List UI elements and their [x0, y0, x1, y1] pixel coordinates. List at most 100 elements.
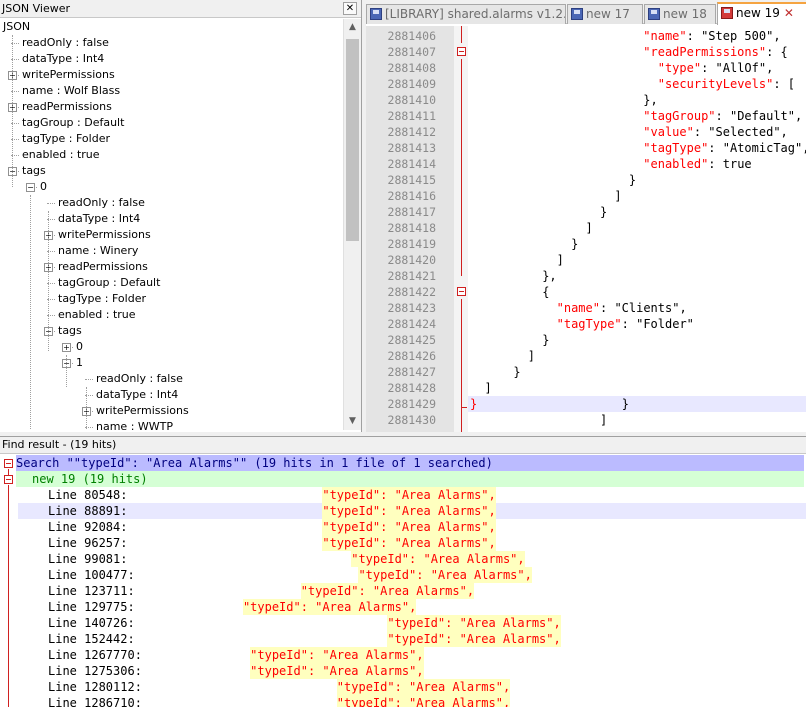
code-line[interactable]: "securityLevels": [ — [468, 76, 795, 92]
find-result-row[interactable]: Line 99081: "typeId": "Area Alarms", — [18, 551, 806, 567]
tab-new-19[interactable]: new 19 ✕ — [717, 2, 806, 25]
tree-node[interactable]: +0 — [0, 339, 343, 355]
code-line[interactable]: ] — [468, 220, 593, 236]
scrollbar-thumb[interactable] — [346, 39, 359, 241]
result-line-number: Line 1280112: — [48, 680, 142, 694]
code-line[interactable]: { — [468, 284, 549, 300]
tree-node[interactable]: enabled : true — [0, 147, 343, 163]
find-result-row[interactable]: Line 92084: "typeId": "Area Alarms", — [18, 519, 806, 535]
find-result-row[interactable]: Line 96257: "typeId": "Area Alarms", — [18, 535, 806, 551]
find-result-row[interactable]: Line 1275306: "typeId": "Area Alarms", — [18, 663, 806, 679]
tab-label: new 19 — [736, 6, 780, 20]
tree-node[interactable]: name : Winery — [0, 243, 343, 259]
code-line[interactable]: ] — [468, 348, 535, 364]
tree-node-label: writePermissions — [58, 228, 151, 241]
tree-node[interactable]: dataType : Int4 — [0, 387, 343, 403]
code-line[interactable]: }, — [468, 92, 657, 108]
code-line[interactable]: } — [468, 364, 520, 380]
collapse-file-icon[interactable] — [4, 475, 13, 484]
code-line[interactable]: ] — [468, 412, 607, 428]
scroll-up-icon[interactable]: ▲ — [344, 19, 361, 36]
tab-label: new 18 — [663, 7, 707, 21]
fold-collapse-icon[interactable] — [457, 47, 466, 56]
tree-node[interactable]: −1 — [0, 355, 343, 371]
code-line[interactable]: } } — [468, 396, 806, 412]
file-summary-line[interactable]: new 19 (19 hits) — [16, 471, 804, 487]
code-line[interactable]: "name": "Step 500", — [468, 28, 780, 44]
find-results-list[interactable]: Search ""typeId": "Area Alarms"" (19 hit… — [0, 455, 806, 707]
find-result-row[interactable]: Line 123711: "typeId": "Area Alarms", — [18, 583, 806, 599]
line-number: 2881427 — [387, 365, 436, 379]
find-result-row[interactable]: Line 80548: "typeId": "Area Alarms", — [18, 487, 806, 503]
code-line[interactable]: } — [468, 204, 607, 220]
tree-node[interactable]: readOnly : false — [0, 195, 343, 211]
json-viewer-panel: JSON Viewer ✕ JSON readOnly : false dataTy… — [0, 0, 362, 432]
search-summary-line[interactable]: Search ""typeId": "Area Alarms"" (19 hit… — [16, 455, 804, 471]
tree-node[interactable]: + writePermissions — [0, 67, 343, 83]
code-line[interactable]: "tagGroup": "Default", — [468, 108, 802, 124]
find-result-row[interactable]: Line 100477: "typeId": "Area Alarms", — [18, 567, 806, 583]
collapse-icon[interactable]: − — [26, 183, 35, 192]
result-line-number: Line 96257: — [48, 536, 128, 550]
code-line[interactable]: "type": "AllOf", — [468, 60, 774, 76]
fold-collapse-icon[interactable] — [457, 287, 466, 296]
code-area[interactable]: "name": "Step 500", "readPermissions": {"… — [468, 26, 806, 432]
tree-node[interactable]: dataType : Int4 — [0, 211, 343, 227]
close-tab-icon[interactable]: ✕ — [784, 6, 794, 20]
expand-icon[interactable]: + — [62, 343, 71, 352]
json-tree[interactable]: JSON readOnly : false dataType : Int4 + writ… — [0, 19, 343, 430]
tree-node[interactable]: + writePermissions — [0, 403, 343, 419]
unsaved-file-icon — [721, 7, 733, 19]
find-result-row[interactable]: Line 1286710: "typeId": "Area Alarms", — [18, 695, 806, 707]
code-line[interactable]: "value": "Selected", — [468, 124, 788, 140]
tree-node-label: readOnly : false — [58, 196, 145, 209]
code-line[interactable]: } — [468, 236, 578, 252]
match-highlight: "typeId": "Area Alarms", — [322, 503, 496, 519]
close-icon[interactable]: ✕ — [343, 2, 357, 15]
scroll-down-icon[interactable]: ▼ — [344, 413, 361, 430]
code-line[interactable]: "enabled": true — [468, 156, 751, 172]
tree-node[interactable]: name : WWTP — [0, 419, 343, 430]
tree-node[interactable]: name : Wolf Blass — [0, 83, 343, 99]
tree-node[interactable]: tagGroup : Default — [0, 275, 343, 291]
tree-node[interactable]: tagGroup : Default — [0, 115, 343, 131]
find-result-row[interactable]: Line 152442: "typeId": "Area Alarms", — [18, 631, 806, 647]
collapse-search-icon[interactable] — [4, 459, 13, 468]
tree-node[interactable]: readOnly : false — [0, 371, 343, 387]
match-highlight: "typeId": "Area Alarms", — [322, 535, 496, 551]
tab-new-18[interactable]: new 18 — [644, 4, 716, 24]
result-line-number: Line 80548: — [48, 488, 128, 502]
code-line[interactable]: } — [468, 172, 636, 188]
code-line[interactable]: ] — [468, 380, 491, 396]
tab-new-17[interactable]: new 17 — [567, 4, 643, 24]
code-line[interactable]: ] — [468, 252, 564, 268]
match-highlight: "typeId": "Area Alarms", — [351, 551, 525, 567]
code-line[interactable]: "tagType": "AtomicTag", — [468, 140, 806, 156]
tree-node[interactable]: JSON — [0, 19, 343, 35]
file-icon — [571, 8, 583, 20]
code-line[interactable]: "readPermissions": { — [468, 44, 788, 60]
tree-node[interactable]: readOnly : false — [0, 35, 343, 51]
tree-node[interactable]: + writePermissions — [0, 227, 343, 243]
tree-node[interactable]: − tags — [0, 323, 343, 339]
code-line[interactable]: }, — [468, 268, 556, 284]
tree-node[interactable]: tagType : Folder — [0, 131, 343, 147]
tab-library-shared-alarms-v1-2-py[interactable]: [LIBRARY] shared.alarms v1.2.py — [366, 4, 566, 24]
code-line[interactable]: "tagType": "Folder" — [468, 316, 694, 332]
find-result-row[interactable]: Line 1280112: "typeId": "Area Alarms", — [18, 679, 806, 695]
tree-node[interactable]: dataType : Int4 — [0, 51, 343, 67]
code-line[interactable]: ] — [468, 188, 621, 204]
tree-node[interactable]: enabled : true — [0, 307, 343, 323]
find-result-row[interactable]: Line 140726: "typeId": "Area Alarms", — [18, 615, 806, 631]
code-line[interactable]: "name": "Clients", — [468, 300, 687, 316]
tree-node[interactable]: − tags — [0, 163, 343, 179]
json-tree-scrollbar[interactable]: ▲ ▼ — [343, 19, 361, 430]
code-line[interactable]: } — [468, 332, 549, 348]
tree-node[interactable]: + readPermissions — [0, 259, 343, 275]
find-result-row[interactable]: Line 88891: "typeId": "Area Alarms", — [18, 503, 806, 519]
find-result-row[interactable]: Line 1267770: "typeId": "Area Alarms", — [18, 647, 806, 663]
tree-node[interactable]: −0 — [0, 179, 343, 195]
tree-node[interactable]: tagType : Folder — [0, 291, 343, 307]
tree-node[interactable]: + readPermissions — [0, 99, 343, 115]
find-result-row[interactable]: Line 129775: "typeId": "Area Alarms", — [18, 599, 806, 615]
